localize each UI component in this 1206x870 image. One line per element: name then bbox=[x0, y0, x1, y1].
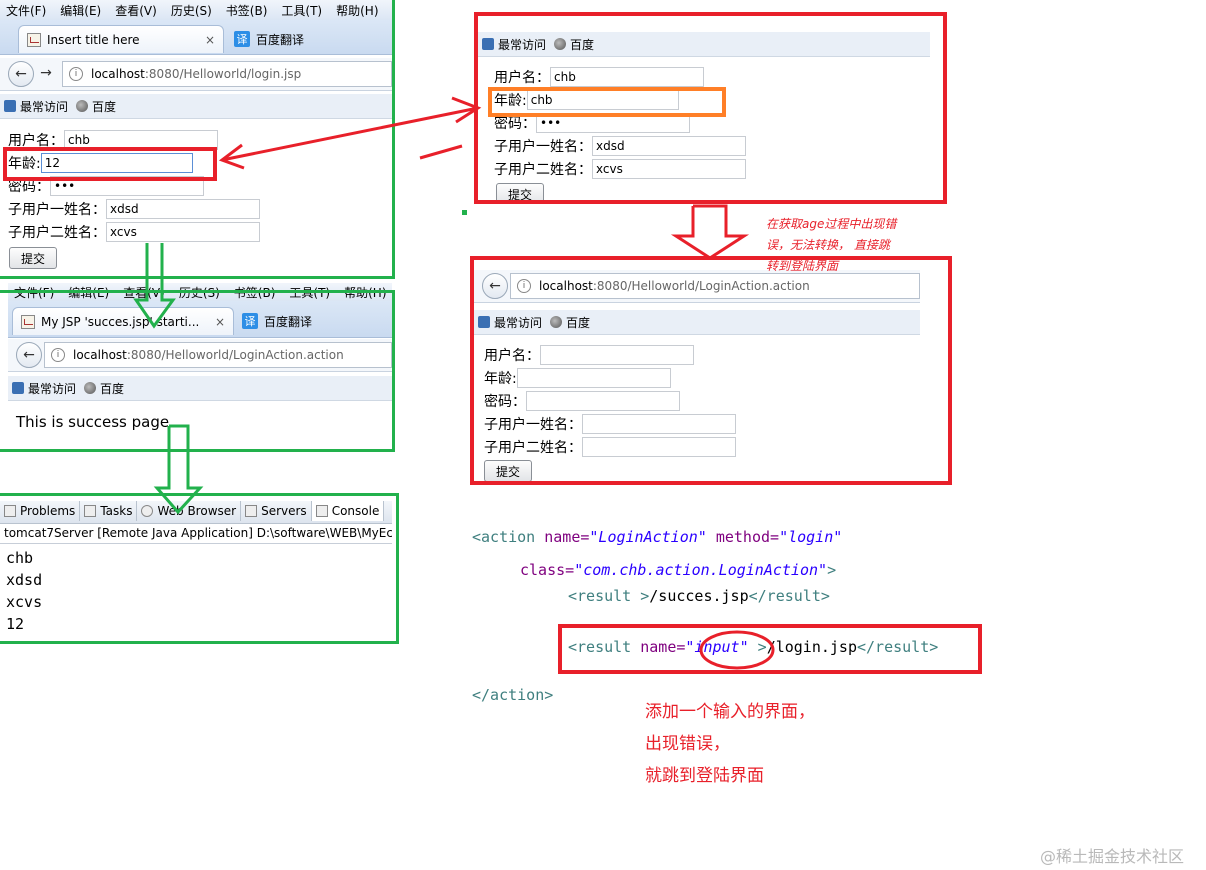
red-double-arrow bbox=[218, 96, 482, 170]
green-down-arrow-1 bbox=[133, 243, 176, 329]
red-dash-mark bbox=[419, 144, 463, 160]
red-circle-input bbox=[699, 630, 775, 670]
green-down-arrow-2 bbox=[153, 424, 204, 515]
annotation-arrows bbox=[133, 96, 775, 670]
red-down-arrow bbox=[670, 204, 750, 260]
